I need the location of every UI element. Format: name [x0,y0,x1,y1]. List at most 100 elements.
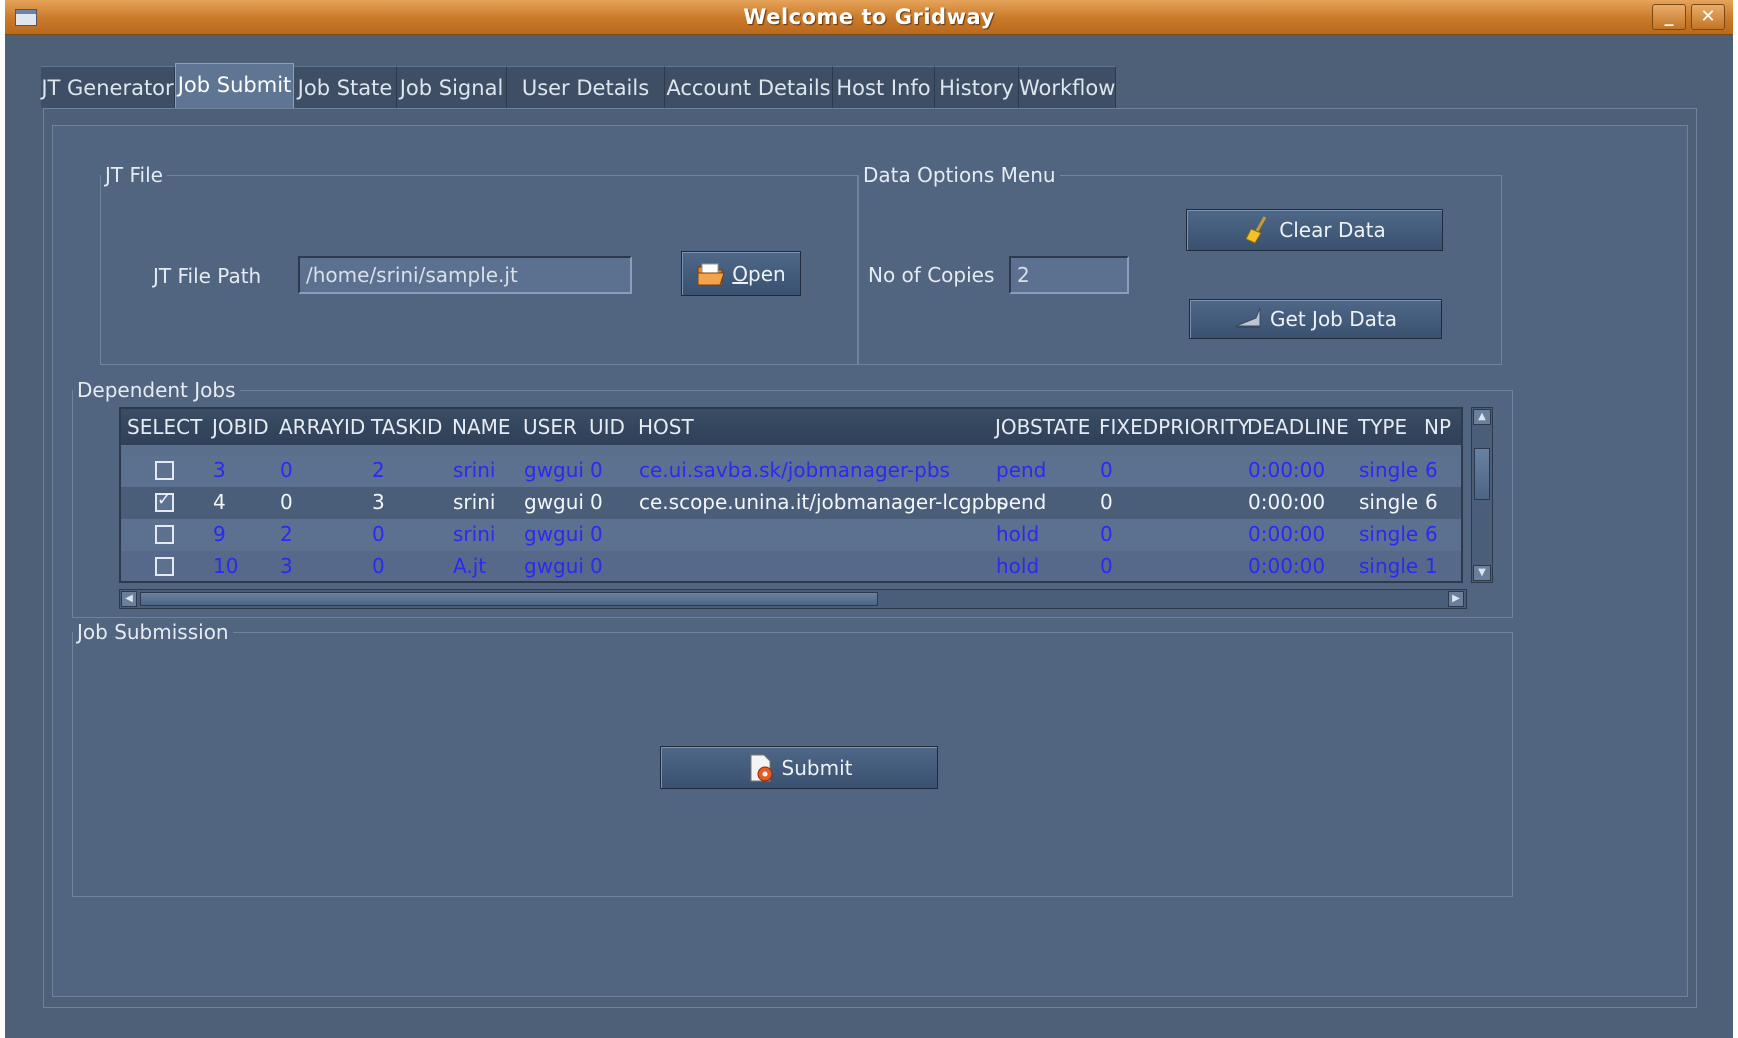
tab-host-info[interactable]: Host Info [833,66,935,108]
cell-type: single [1359,490,1419,514]
table-row-selected[interactable]: 4 0 3 srini gwgui 0 ce.scope.unina.it/jo… [121,487,1461,519]
table-horizontal-scrollbar[interactable]: ◀ ▶ [119,589,1467,609]
scroll-left-icon[interactable]: ◀ [121,591,137,607]
scroll-up-icon[interactable]: ▲ [1473,409,1491,425]
column-header-host[interactable]: HOST [638,415,694,439]
clear-data-button[interactable]: Clear Data [1186,209,1443,251]
tab-job-submit[interactable]: Job Submit [175,63,294,108]
cell-fixedpriority: 0 [1100,458,1113,482]
cell-host: ce.scope.unina.it/jobmanager-lcgpbs [639,490,1008,514]
cell-uid: 0 [590,458,603,482]
cell-np: 6 [1425,490,1438,514]
document-gear-icon [746,753,776,783]
cell-name: srini [453,522,496,546]
cell-taskid: 0 [372,522,385,546]
cell-jobstate: hold [996,554,1040,578]
cell-fixedpriority: 0 [1100,490,1113,514]
column-header-np[interactable]: NP [1424,415,1451,439]
cell-jobstate: hold [996,522,1040,546]
column-header-jobid[interactable]: JOBID [212,415,269,439]
cell-fixedpriority: 0 [1100,554,1113,578]
column-header-type[interactable]: TYPE [1358,415,1407,439]
cell-type: single [1359,522,1419,546]
cell-np: 6 [1425,522,1438,546]
open-mnemonic: O [732,261,749,286]
column-header-arrayid[interactable]: ARRAYID [279,415,365,439]
table-row[interactable]: 9 2 0 srini gwgui 0 hold 0 0:00:00 singl… [121,519,1461,551]
cell-arrayid: 0 [280,490,293,514]
column-header-deadline[interactable]: DEADLINE [1247,415,1349,439]
tab-history[interactable]: History [935,66,1019,108]
tab-user-details[interactable]: User Details [507,66,665,108]
cell-name: A.jt [453,554,487,578]
cell-jobstate: pend [996,458,1047,482]
cell-taskid: 3 [372,490,385,514]
tab-job-state[interactable]: Job State [294,66,397,108]
close-button[interactable]: ✕ [1691,4,1725,30]
tab-job-signal[interactable]: Job Signal [397,66,507,108]
get-job-data-label: Get Job Data [1270,307,1397,331]
dependent-jobs-table[interactable]: SELECT JOBID ARRAYID TASKID NAME USER UI… [119,407,1463,583]
cell-type: single [1359,554,1419,578]
cell-uid: 0 [590,522,603,546]
submit-button[interactable]: Submit [660,746,938,789]
cell-name: srini [453,490,496,514]
minimize-button[interactable]: _ [1652,4,1686,30]
table-row[interactable]: 3 0 2 srini gwgui 0 ce.ui.savba.sk/jobma… [121,455,1461,487]
folder-open-icon [696,259,726,289]
cell-type: single [1359,458,1419,482]
vacuum-icon [1234,304,1264,334]
cell-np: 6 [1425,458,1438,482]
cell-arrayid: 3 [280,554,293,578]
column-header-fixedpriority[interactable]: FIXEDPRIORITY [1099,415,1250,439]
cell-jobid: 3 [213,458,226,482]
scroll-right-icon[interactable]: ▶ [1448,591,1464,607]
cell-deadline: 0:00:00 [1248,490,1326,514]
column-header-uid[interactable]: UID [589,415,625,439]
cell-jobid: 10 [213,554,239,578]
horizontal-scroll-thumb[interactable] [140,592,878,606]
cell-name: srini [453,458,496,482]
cell-user: gwgui [524,490,584,514]
column-header-taskid[interactable]: TASKID [371,415,442,439]
job-submission-legend: Job Submission [77,620,229,644]
row-select-checkbox[interactable] [155,490,174,512]
vertical-scroll-thumb[interactable] [1474,448,1490,500]
cell-user: gwgui [524,554,584,578]
cell-uid: 0 [590,554,603,578]
table-row[interactable]: 10 3 0 A.jt gwgui 0 hold 0 0:00:00 singl… [121,551,1461,581]
cell-fixedpriority: 0 [1100,522,1113,546]
row-select-checkbox[interactable] [155,557,174,576]
jt-file-path-label: JT File Path [153,264,262,288]
cell-jobstate: pend [996,490,1047,514]
column-header-jobstate[interactable]: JOBSTATE [995,415,1090,439]
window-title: Welcome to Gridway [743,5,995,29]
cell-taskid: 0 [372,554,385,578]
tab-account-details[interactable]: Account Details [665,66,833,108]
get-job-data-button[interactable]: Get Job Data [1189,299,1442,339]
column-header-user[interactable]: USER [523,415,577,439]
open-button[interactable]: Open [681,251,801,296]
tab-workflow[interactable]: Workflow [1019,66,1116,108]
cell-arrayid: 0 [280,458,293,482]
title-bar[interactable]: Welcome to Gridway _ ✕ [5,0,1733,35]
row-select-checkbox[interactable] [155,525,174,544]
scroll-down-icon[interactable]: ▼ [1473,565,1491,581]
no-of-copies-input[interactable] [1009,256,1129,294]
cell-user: gwgui [524,458,584,482]
column-header-name[interactable]: NAME [452,415,511,439]
tab-jt-generator[interactable]: JT Generator [41,66,175,108]
row-select-checkbox[interactable] [155,461,174,480]
open-button-label: Open [732,261,786,286]
table-header: SELECT JOBID ARRAYID TASKID NAME USER UI… [121,409,1461,445]
data-options-legend: Data Options Menu [863,163,1056,187]
cell-np: 1 [1425,554,1438,578]
table-vertical-scrollbar[interactable]: ▲ ▼ [1471,407,1493,583]
dependent-jobs-legend: Dependent Jobs [77,378,236,402]
jt-file-path-input[interactable] [298,256,632,294]
cell-deadline: 0:00:00 [1248,522,1326,546]
column-header-select[interactable]: SELECT [127,415,202,439]
cell-deadline: 0:00:00 [1248,554,1326,578]
broom-icon [1243,215,1273,245]
submit-label: Submit [781,755,853,780]
